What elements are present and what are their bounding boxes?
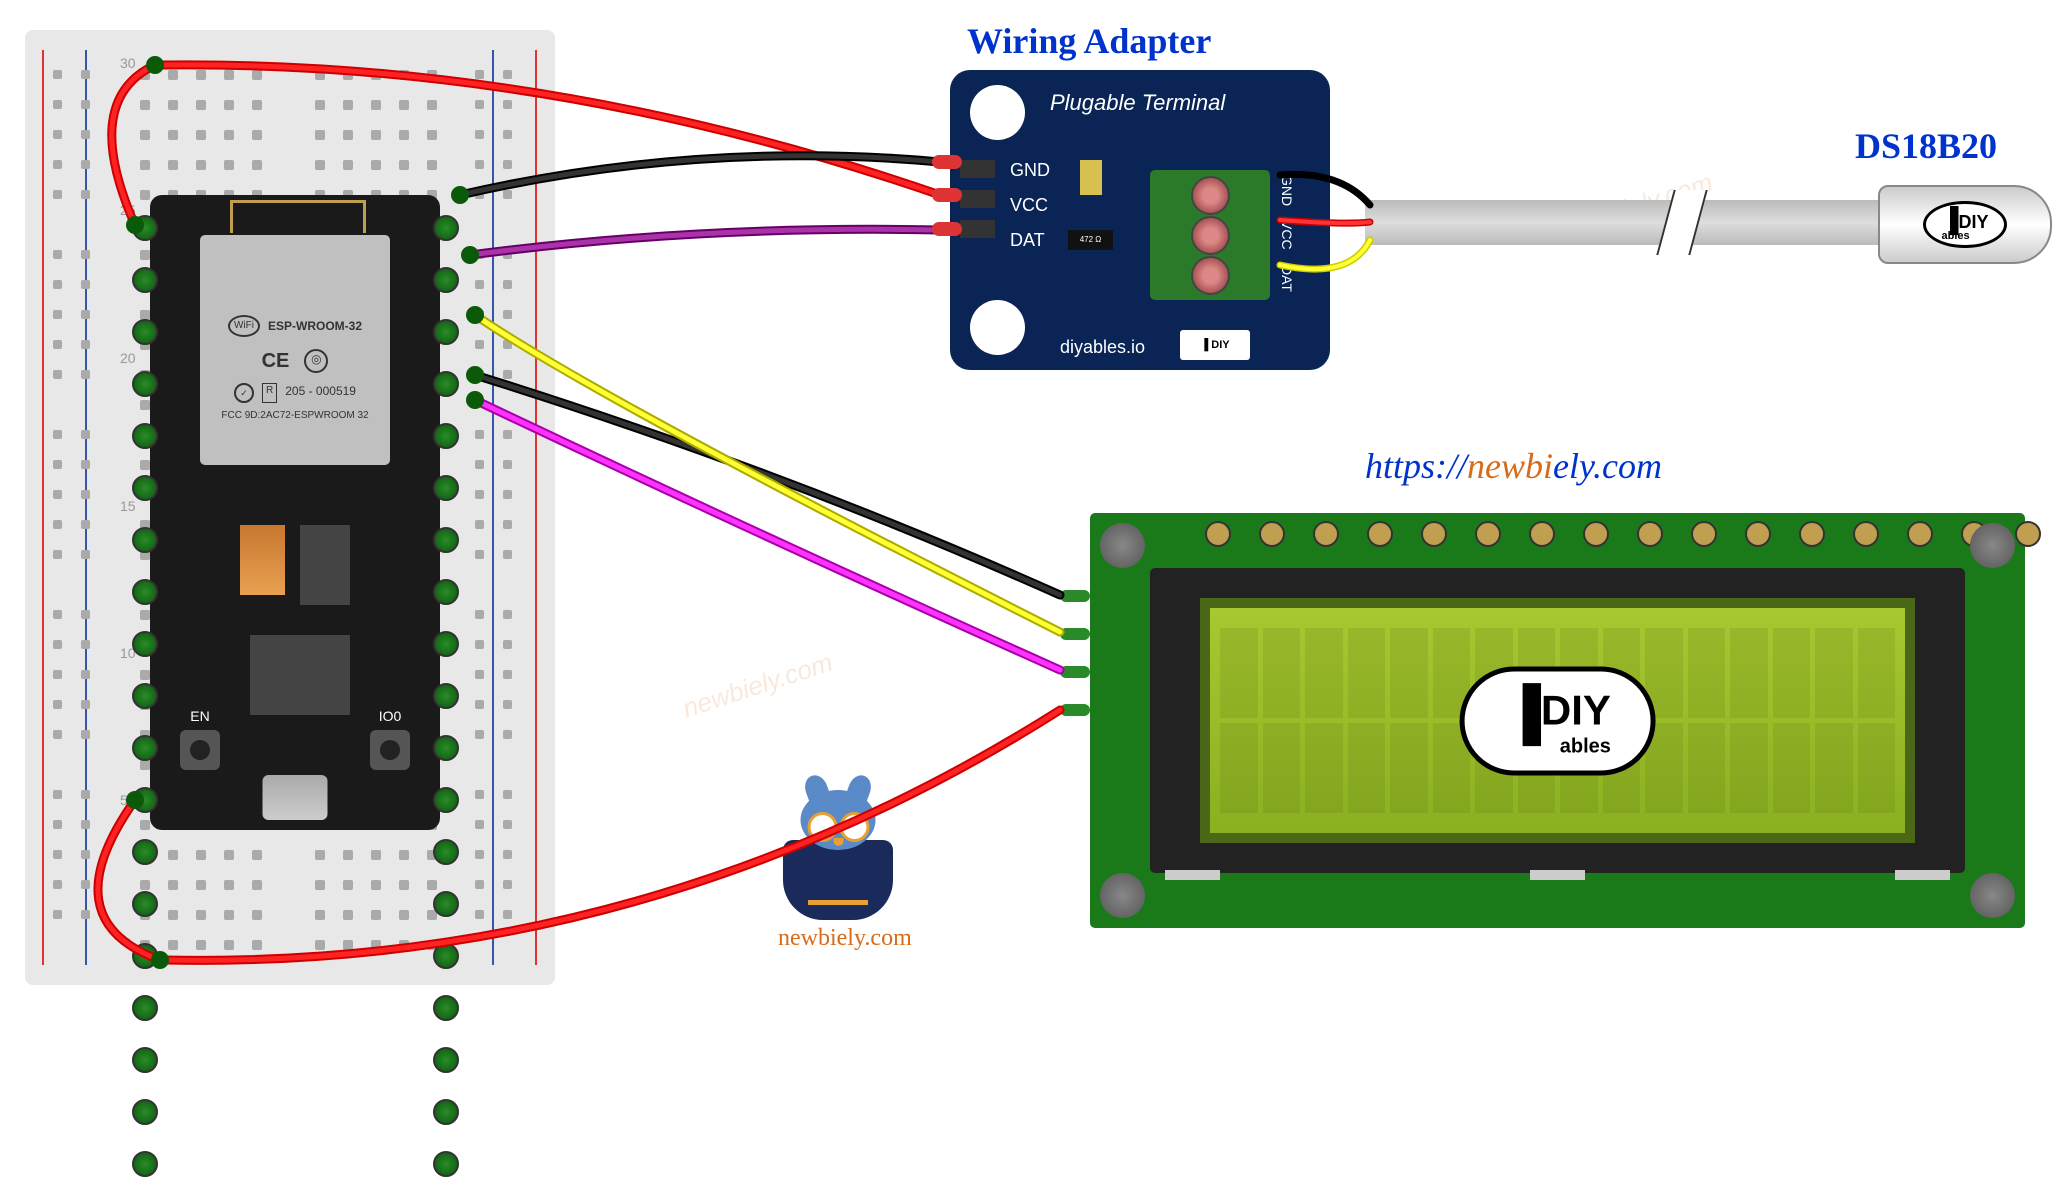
- usb-port-icon: [263, 775, 328, 820]
- adapter-title: Wiring Adapter: [967, 20, 1211, 62]
- lcd-display: ▐DIYables: [1090, 513, 2025, 928]
- adapter-board-title: Plugable Terminal: [1050, 90, 1225, 116]
- r-mark: R: [262, 383, 277, 403]
- wifi-icon: WiFi: [228, 315, 260, 337]
- esp32-model: ESP-WROOM-32: [268, 318, 362, 335]
- terminal-block: [1150, 170, 1270, 300]
- row-label: 30: [120, 55, 136, 71]
- esp32-serial: 205 - 000519: [285, 383, 356, 403]
- adapter-footer: diyables.io: [1060, 337, 1145, 358]
- diy-logo-icon: ▐DIYables: [1459, 666, 1656, 775]
- esp32-fcc: FCC 9D:2AC72-ESPWROOM 32: [200, 409, 390, 423]
- adapter-pin-vcc: VCC: [1010, 195, 1048, 216]
- diy-logo-icon: ▐ DIY: [1180, 330, 1250, 360]
- wiring-adapter-board: Plugable Terminal GND VCC DAT 472 Ω GND …: [950, 70, 1330, 370]
- adapter-pin-gnd: GND: [1010, 160, 1050, 181]
- row-label: 5: [120, 792, 128, 808]
- esp32-en-button: EN: [180, 730, 220, 770]
- esp32-io0-button: IO0: [370, 730, 410, 770]
- adapter-pin-dat: DAT: [1010, 230, 1045, 251]
- watermark: newbiely.com: [679, 647, 837, 725]
- terminal-vcc-label: VCC: [1279, 220, 1295, 250]
- terminal-gnd-label: GND: [1279, 175, 1295, 206]
- source-url: https://newbiely.com: [1365, 445, 1662, 487]
- resistor: 472 Ω: [1068, 230, 1113, 250]
- sensor-probe: ▐DIYables: [1878, 185, 2052, 264]
- terminal-dat-label: DAT: [1279, 265, 1295, 292]
- mascot-label: newbiely.com: [778, 925, 898, 952]
- sensor-cable: [1365, 200, 1945, 245]
- esp32-shield: WiFi ESP-WROOM-32 CE ◎ ✓ R 205 - 000519 …: [200, 235, 390, 465]
- mascot-logo: newbiely.com: [778, 840, 898, 952]
- esp32-board: c WiFi ESP-WROOM-32 CE ◎ ✓ R 205 - 00051…: [150, 195, 440, 830]
- sensor-label: DS18B20: [1855, 125, 1997, 167]
- ce-mark: CE: [262, 347, 290, 375]
